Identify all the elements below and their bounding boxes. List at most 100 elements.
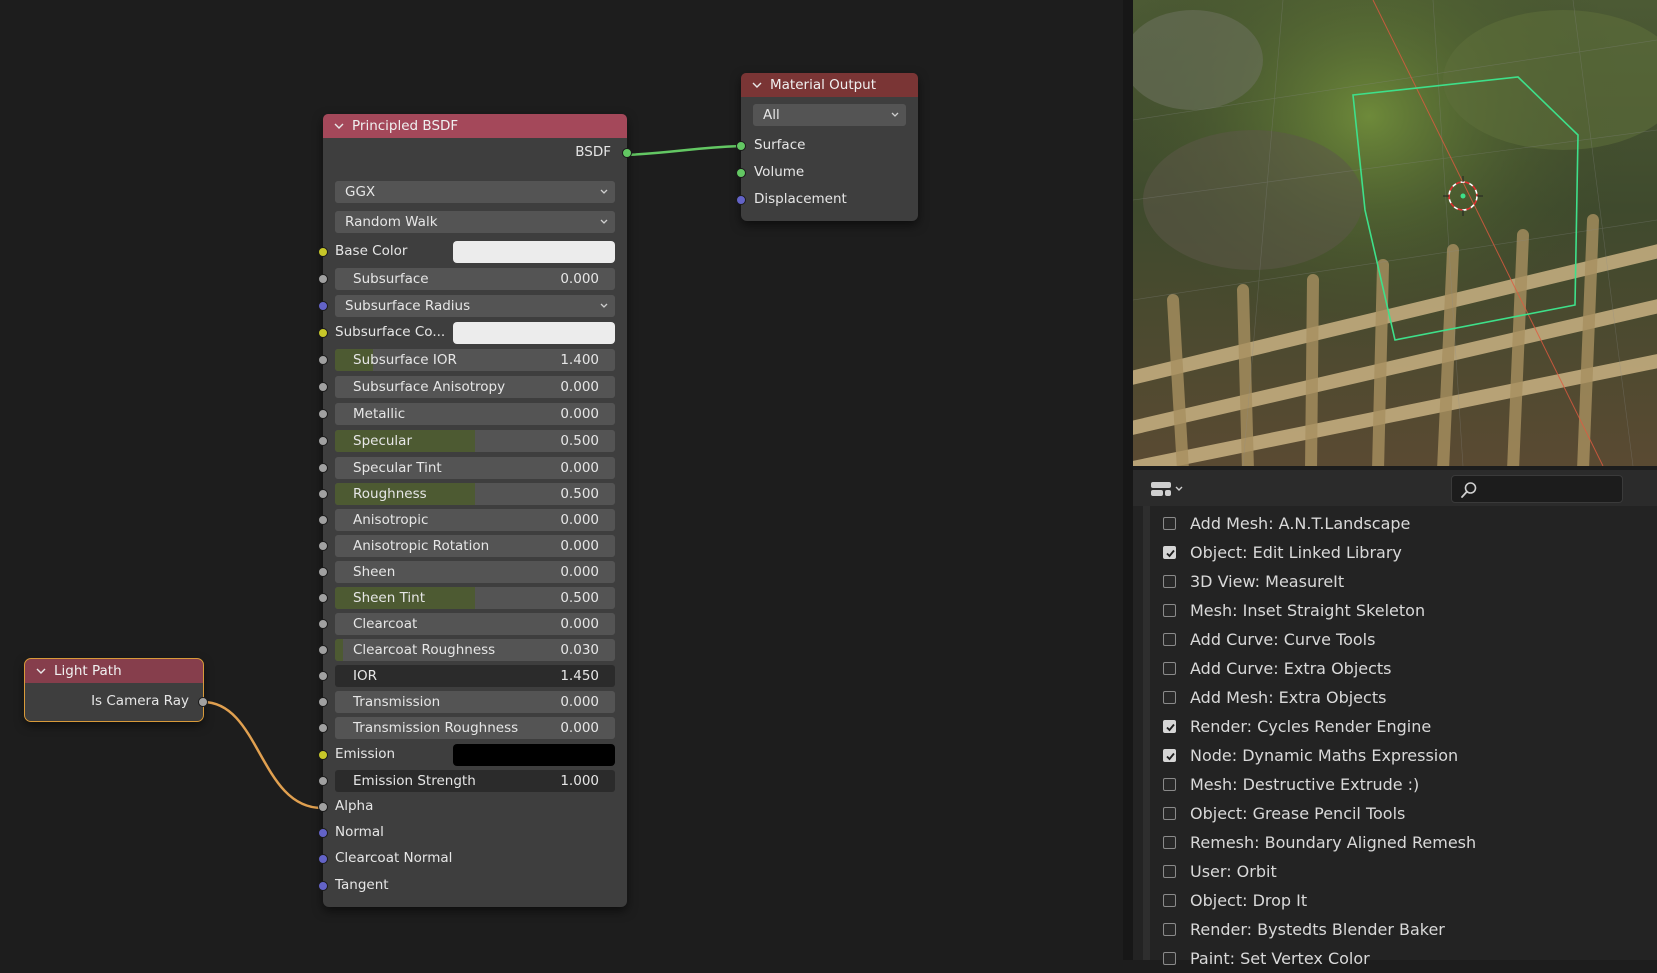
- search-input[interactable]: [1482, 478, 1618, 500]
- subsurface-field[interactable]: Subsurface 0.000: [335, 268, 615, 290]
- chevron-down-icon[interactable]: [333, 120, 345, 132]
- anisotropic-rotation-field[interactable]: Anisotropic Rotation 0.000: [335, 535, 615, 557]
- subsurface-radius-dropdown[interactable]: Subsurface Radius: [335, 295, 615, 317]
- addon-enable-checkbox[interactable]: [1163, 633, 1176, 646]
- addon-row[interactable]: Remesh: Boundary Aligned Remesh: [1163, 828, 1476, 857]
- chevron-down-icon[interactable]: [751, 79, 763, 91]
- addon-row[interactable]: Add Curve: Extra Objects: [1163, 654, 1392, 683]
- clearcoat-field[interactable]: Clearcoat 0.000: [335, 613, 615, 635]
- addon-row[interactable]: 3D View: MeasureIt: [1163, 567, 1344, 596]
- input-socket[interactable]: [318, 382, 328, 392]
- input-socket[interactable]: [318, 593, 328, 603]
- sheen-field[interactable]: Sheen 0.000: [335, 561, 615, 583]
- addon-enable-checkbox[interactable]: [1163, 517, 1176, 530]
- light-path-node[interactable]: Light Path Is Camera Ray: [24, 658, 208, 722]
- addon-enable-checkbox[interactable]: [1163, 778, 1176, 791]
- volume-input-socket[interactable]: [736, 168, 746, 178]
- addon-row[interactable]: Object: Grease Pencil Tools: [1163, 799, 1405, 828]
- addon-row[interactable]: Node: Dynamic Maths Expression: [1163, 741, 1458, 770]
- addon-row[interactable]: Paint: Set Vertex Color: [1163, 944, 1370, 973]
- is-camera-ray-output-socket[interactable]: [198, 697, 208, 707]
- addon-enable-checkbox[interactable]: [1163, 807, 1176, 820]
- material-output-node[interactable]: Material Output All Surface Volume Displ…: [736, 73, 918, 221]
- transmission-field[interactable]: Transmission 0.000: [335, 691, 615, 713]
- subsurface-color-swatch[interactable]: [453, 322, 615, 344]
- input-socket[interactable]: [318, 409, 328, 419]
- node-editor[interactable]: Principled BSDF BSDF GGX Random Walk Bas…: [0, 0, 1125, 960]
- input-socket[interactable]: [318, 723, 328, 733]
- input-socket[interactable]: [318, 881, 328, 891]
- 3d-viewport[interactable]: [1133, 0, 1657, 466]
- addon-row[interactable]: Add Mesh: Extra Objects: [1163, 683, 1386, 712]
- input-socket[interactable]: [318, 619, 328, 629]
- distribution-dropdown[interactable]: GGX: [335, 181, 615, 203]
- subsurface-ior-field[interactable]: Subsurface IOR 1.400: [335, 349, 615, 371]
- input-socket[interactable]: [318, 776, 328, 786]
- input-socket[interactable]: [318, 247, 328, 257]
- addon-enable-checkbox[interactable]: [1163, 749, 1176, 762]
- surface-input-socket[interactable]: [736, 141, 746, 151]
- addon-row[interactable]: Add Curve: Curve Tools: [1163, 625, 1375, 654]
- emission-color-swatch[interactable]: [453, 744, 615, 766]
- addon-enable-checkbox[interactable]: [1163, 952, 1176, 965]
- bsdf-output-socket[interactable]: [622, 148, 632, 158]
- anisotropic-field[interactable]: Anisotropic 0.000: [335, 509, 615, 531]
- input-socket[interactable]: [318, 274, 328, 284]
- input-socket[interactable]: [318, 802, 328, 812]
- transmission-roughness-field[interactable]: Transmission Roughness 0.000: [335, 717, 615, 739]
- ior-field[interactable]: IOR 1.450: [335, 665, 615, 687]
- input-socket[interactable]: [318, 750, 328, 760]
- input-socket[interactable]: [318, 515, 328, 525]
- addon-enable-checkbox[interactable]: [1163, 836, 1176, 849]
- roughness-field[interactable]: Roughness 0.500: [335, 483, 615, 505]
- addon-enable-checkbox[interactable]: [1163, 575, 1176, 588]
- addon-enable-checkbox[interactable]: [1163, 546, 1176, 559]
- input-socket[interactable]: [318, 541, 328, 551]
- addon-row[interactable]: User: Orbit: [1163, 857, 1277, 886]
- chevron-down-icon[interactable]: [35, 665, 47, 677]
- addon-row[interactable]: Mesh: Destructive Extrude :): [1163, 770, 1419, 799]
- displacement-input-socket[interactable]: [736, 195, 746, 205]
- node-header[interactable]: Material Output: [741, 73, 918, 97]
- addon-enable-checkbox[interactable]: [1163, 894, 1176, 907]
- addon-enable-checkbox[interactable]: [1163, 662, 1176, 675]
- target-dropdown[interactable]: All: [753, 104, 906, 126]
- addon-row[interactable]: Object: Drop It: [1163, 886, 1307, 915]
- search-field[interactable]: [1451, 475, 1623, 503]
- input-socket[interactable]: [318, 328, 328, 338]
- base-color-swatch[interactable]: [453, 241, 615, 263]
- emission-strength-field[interactable]: Emission Strength 1.000: [335, 770, 615, 792]
- input-socket[interactable]: [318, 671, 328, 681]
- addon-enable-checkbox[interactable]: [1163, 923, 1176, 936]
- subsurface-method-dropdown[interactable]: Random Walk: [335, 211, 615, 233]
- input-socket[interactable]: [318, 645, 328, 655]
- input-socket[interactable]: [318, 828, 328, 838]
- addon-row[interactable]: Render: Bystedts Blender Baker: [1163, 915, 1445, 944]
- addon-row[interactable]: Render: Cycles Render Engine: [1163, 712, 1431, 741]
- specular-tint-field[interactable]: Specular Tint 0.000: [335, 457, 615, 479]
- node-header[interactable]: Principled BSDF: [323, 114, 627, 138]
- addon-enable-checkbox[interactable]: [1163, 720, 1176, 733]
- input-socket[interactable]: [318, 567, 328, 577]
- addon-row[interactable]: Object: Edit Linked Library: [1163, 538, 1402, 567]
- addon-enable-checkbox[interactable]: [1163, 604, 1176, 617]
- area-divider[interactable]: [1123, 0, 1133, 960]
- subsurface-anisotropy-field[interactable]: Subsurface Anisotropy 0.000: [335, 376, 615, 398]
- input-socket[interactable]: [318, 489, 328, 499]
- principled-bsdf-node[interactable]: Principled BSDF BSDF GGX Random Walk Bas…: [318, 114, 632, 907]
- input-socket[interactable]: [318, 854, 328, 864]
- addon-enable-checkbox[interactable]: [1163, 865, 1176, 878]
- specular-field[interactable]: Specular 0.500: [335, 430, 615, 452]
- node-header[interactable]: Light Path: [25, 659, 203, 683]
- input-socket[interactable]: [318, 436, 328, 446]
- metallic-field[interactable]: Metallic 0.000: [335, 403, 615, 425]
- input-socket[interactable]: [318, 355, 328, 365]
- addon-row[interactable]: Add Mesh: A.N.T.Landscape: [1163, 509, 1410, 538]
- input-socket[interactable]: [318, 463, 328, 473]
- clearcoat-roughness-field[interactable]: Clearcoat Roughness 0.030: [335, 639, 615, 661]
- input-socket[interactable]: [318, 301, 328, 311]
- input-socket[interactable]: [318, 697, 328, 707]
- addon-row[interactable]: Mesh: Inset Straight Skeleton: [1163, 596, 1425, 625]
- sheen-tint-field[interactable]: Sheen Tint 0.500: [335, 587, 615, 609]
- addon-enable-checkbox[interactable]: [1163, 691, 1176, 704]
